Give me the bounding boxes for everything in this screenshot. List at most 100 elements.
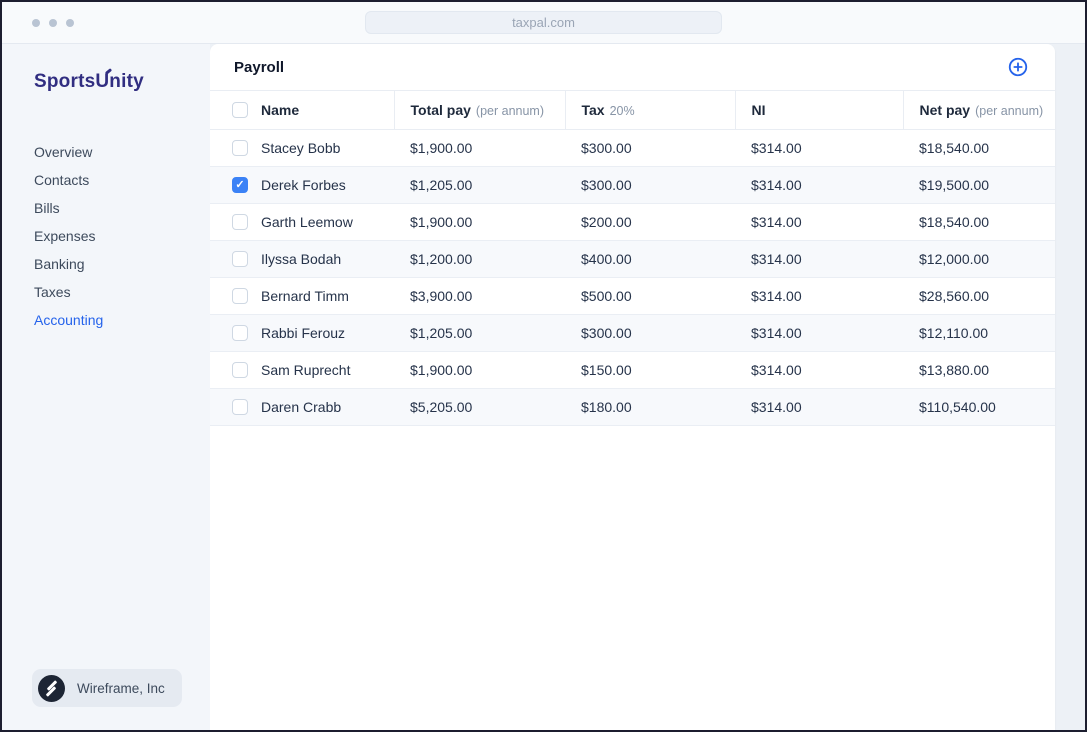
app-body: SportsUnity Overview Contacts Bills Expense… xyxy=(2,44,1085,730)
cell-ni: $314.00 xyxy=(735,277,903,315)
cell-net-pay: $28,560.00 xyxy=(903,277,1055,315)
wireframe-logo-icon xyxy=(38,674,65,702)
column-header-name: Name xyxy=(210,91,394,130)
panel-header: Payroll xyxy=(210,44,1055,91)
cell-name: Sam Ruprecht xyxy=(210,351,394,389)
cell-total-pay: $1,900.00 xyxy=(394,129,565,167)
cell-total-pay: $1,200.00 xyxy=(394,240,565,278)
employee-name: Stacey Bobb xyxy=(261,139,341,156)
table-row[interactable]: ✓ Derek Forbes $1,205.00 $300.00 $314.00 $19,… xyxy=(210,166,1055,204)
cell-ni: $314.00 xyxy=(735,388,903,426)
employee-name: Rabbi Ferouz xyxy=(261,324,346,341)
employee-name: Derek Forbes xyxy=(261,176,346,193)
cell-ni: $314.00 xyxy=(735,129,903,167)
row-checkbox[interactable] xyxy=(232,213,248,230)
cell-name: Garth Leemow xyxy=(210,203,394,241)
cell-tax: $500.00 xyxy=(565,277,735,315)
cell-total-pay: $3,900.00 xyxy=(394,277,565,315)
cell-tax: $300.00 xyxy=(565,314,735,352)
cell-total-pay: $1,205.00 xyxy=(394,314,565,352)
cell-total-pay: $1,900.00 xyxy=(394,203,565,241)
cell-name: ✓ Derek Forbes xyxy=(210,166,394,204)
sidebar-item-taxes[interactable]: Taxes xyxy=(34,278,210,306)
column-header-tax: Tax 20% xyxy=(564,91,735,130)
cell-net-pay: $18,540.00 xyxy=(903,129,1055,167)
cell-name: Daren Crabb xyxy=(210,388,394,426)
cell-name: Rabbi Ferouz xyxy=(210,314,394,352)
row-checkbox[interactable] xyxy=(232,398,248,415)
employee-name: Sam Ruprecht xyxy=(261,361,351,378)
add-entry-button[interactable] xyxy=(1007,56,1029,78)
column-header-ni: NI xyxy=(734,91,903,130)
page-title: Payroll xyxy=(234,58,285,76)
url-bar[interactable]: taxpal.com xyxy=(365,11,722,34)
table-row[interactable]: Daren Crabb $5,205.00 $180.00 $314.00 $110,5… xyxy=(210,388,1055,426)
sidebar-item-contacts[interactable]: Contacts xyxy=(34,166,210,194)
cell-ni: $314.00 xyxy=(735,203,903,241)
employee-name: Bernard Timm xyxy=(261,287,349,304)
window-controls[interactable] xyxy=(32,18,74,27)
cell-tax: $300.00 xyxy=(565,129,735,167)
cell-tax: $150.00 xyxy=(565,351,735,389)
table-row[interactable]: Garth Leemow $1,900.00 $200.00 $314.00 $18,5… xyxy=(210,203,1055,241)
sidebar-nav: Overview Contacts Bills Expenses Banking Taxe… xyxy=(2,138,210,334)
employee-name: Ilyssa Bodah xyxy=(261,250,342,267)
table-row[interactable]: Stacey Bobb $1,900.00 $300.00 $314.00 $18,54… xyxy=(210,129,1055,167)
cell-name: Ilyssa Bodah xyxy=(210,240,394,278)
sidebar-item-accounting[interactable]: Accounting xyxy=(34,306,210,334)
table-row[interactable]: Ilyssa Bodah $1,200.00 $400.00 $314.00 $12,0… xyxy=(210,240,1055,278)
cell-total-pay: $1,205.00 xyxy=(394,166,565,204)
app-window: { "browser": { "url": "taxpal.com" }, "s… xyxy=(0,0,1087,732)
employee-name: Daren Crabb xyxy=(261,398,342,415)
url-text: taxpal.com xyxy=(512,15,575,30)
circle-plus-icon xyxy=(1008,57,1028,77)
sidebar-item-banking[interactable]: Banking xyxy=(34,250,210,278)
cell-total-pay: $1,900.00 xyxy=(394,351,565,389)
org-pill[interactable]: Wireframe, Inc xyxy=(32,669,182,707)
cell-tax: $180.00 xyxy=(565,388,735,426)
column-header-total-pay: Total pay (per annum) xyxy=(393,91,565,130)
cell-net-pay: $12,110.00 xyxy=(903,314,1055,352)
payroll-panel: Payroll Name Total pay (per annum) Tax 20% NI… xyxy=(210,44,1055,730)
window-control-dot[interactable] xyxy=(66,18,74,27)
cell-name: Stacey Bobb xyxy=(210,129,394,167)
row-checkbox[interactable] xyxy=(232,139,248,156)
org-name: Wireframe, Inc xyxy=(77,680,165,696)
cell-net-pay: $13,880.00 xyxy=(903,351,1055,389)
logo-u-accent: U xyxy=(95,71,110,92)
cell-ni: $314.00 xyxy=(735,240,903,278)
row-checkbox[interactable] xyxy=(232,324,248,341)
cell-ni: $314.00 xyxy=(735,166,903,204)
table-row[interactable]: Bernard Timm $3,900.00 $500.00 $314.00 $28,5… xyxy=(210,277,1055,315)
browser-bar: taxpal.com xyxy=(2,2,1085,44)
cell-total-pay: $5,205.00 xyxy=(394,388,565,426)
cell-ni: $314.00 xyxy=(735,314,903,352)
sidebar: SportsUnity Overview Contacts Bills Expense… xyxy=(2,44,210,730)
table-row[interactable]: Sam Ruprecht $1,900.00 $150.00 $314.00 $13,8… xyxy=(210,351,1055,389)
window-control-dot[interactable] xyxy=(49,18,57,27)
table-body: Stacey Bobb $1,900.00 $300.00 $314.00 $18,54… xyxy=(210,129,1055,426)
payroll-table: Name Total pay (per annum) Tax 20% NI Net pay(… xyxy=(210,91,1055,426)
cell-net-pay: $18,540.00 xyxy=(903,203,1055,241)
row-checkbox[interactable] xyxy=(232,287,248,304)
row-checkbox[interactable]: ✓ xyxy=(232,176,248,193)
row-checkbox[interactable] xyxy=(232,361,248,378)
window-control-dot[interactable] xyxy=(32,18,40,27)
select-all-checkbox[interactable] xyxy=(232,101,248,118)
sidebar-item-overview[interactable]: Overview xyxy=(34,138,210,166)
cell-ni: $314.00 xyxy=(735,351,903,389)
table-header-row: Name Total pay (per annum) Tax 20% NI Net pay(… xyxy=(210,91,1055,130)
cell-name: Bernard Timm xyxy=(210,277,394,315)
cell-tax: $300.00 xyxy=(565,166,735,204)
cell-net-pay: $110,540.00 xyxy=(903,388,1055,426)
sidebar-item-expenses[interactable]: Expenses xyxy=(34,222,210,250)
column-header-net-pay: Net pay (per annum) xyxy=(902,91,1055,130)
table-row[interactable]: Rabbi Ferouz $1,205.00 $300.00 $314.00 $12,1… xyxy=(210,314,1055,352)
cell-tax: $200.00 xyxy=(565,203,735,241)
main-area: Payroll Name Total pay (per annum) Tax 20% NI… xyxy=(210,44,1085,730)
app-logo: SportsUnity xyxy=(34,71,144,92)
cell-net-pay: $12,000.00 xyxy=(903,240,1055,278)
sidebar-item-bills[interactable]: Bills xyxy=(34,194,210,222)
employee-name: Garth Leemow xyxy=(261,213,353,230)
row-checkbox[interactable] xyxy=(232,250,248,267)
